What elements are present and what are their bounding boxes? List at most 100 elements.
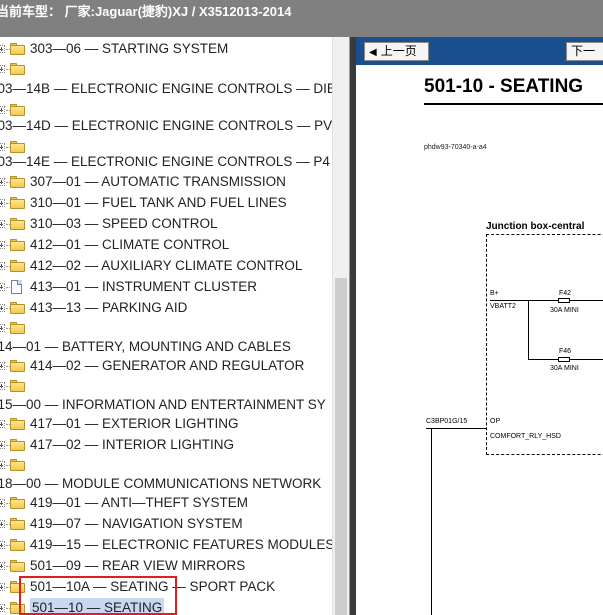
tree-item[interactable]: 310—01 — FUEL TANK AND FUEL LINES xyxy=(0,193,332,213)
expand-icon[interactable] xyxy=(0,220,5,228)
fuse-f42-label: F42 xyxy=(559,290,572,297)
document-page: 501-10 - SEATING phdw93-70340-a-a4 Junct… xyxy=(362,65,603,615)
expand-icon[interactable] xyxy=(0,520,5,528)
expand-icon[interactable] xyxy=(0,541,5,549)
expand-icon[interactable] xyxy=(0,143,5,151)
viewer-nav-bar: ◀ 上一页 下一 xyxy=(356,37,603,65)
expand-icon[interactable] xyxy=(0,583,5,591)
highlight-box xyxy=(19,576,177,615)
tree-item[interactable] xyxy=(0,59,332,79)
tree-item[interactable] xyxy=(0,318,332,338)
tree-item-label: 303—14E — ELECTRONIC ENGINE CONTROLS — P… xyxy=(0,154,330,169)
tree-item-label: 415—00 — INFORMATION AND ENTERTAINMENT S… xyxy=(0,397,326,412)
prev-page-button[interactable]: ◀ 上一页 xyxy=(364,42,429,61)
tree-item[interactable]: 414—01 — BATTERY, MOUNTING AND CABLES xyxy=(0,337,332,357)
expand-icon[interactable] xyxy=(0,461,5,469)
connector-label: C3BP01G/15 xyxy=(426,418,468,425)
tree-item-label: 303—14D — ELECTRONIC ENGINE CONTROLS — P… xyxy=(0,118,332,133)
folder-icon xyxy=(10,260,25,272)
doc-ref: phdw93-70340-a-a4 xyxy=(424,144,487,151)
expand-icon[interactable] xyxy=(0,45,5,53)
expand-icon[interactable] xyxy=(0,324,5,332)
tree-item-label: 417—02 — INTERIOR LIGHTING xyxy=(30,437,235,452)
tree-item-label: 303—14B — ELECTRONIC ENGINE CONTROLS — D… xyxy=(0,81,332,96)
expand-icon[interactable] xyxy=(0,65,5,73)
folder-icon xyxy=(10,239,25,251)
tree-item-label: 418—00 — MODULE COMMUNICATIONS NETWORK xyxy=(0,476,322,491)
tree-item[interactable]: 303—14E — ELECTRONIC ENGINE CONTROLS — P… xyxy=(0,152,332,172)
folder-icon xyxy=(10,218,25,230)
tree-item[interactable]: 307—01 — AUTOMATIC TRANSMISSION xyxy=(0,172,332,192)
folder-icon xyxy=(10,302,25,314)
document-viewer: ◀ 上一页 下一 501-10 - SEATING phdw93-70340-a-… xyxy=(349,37,603,615)
folder-icon xyxy=(10,176,25,188)
expand-icon[interactable] xyxy=(0,106,5,114)
tree-item-label: 413—13 — PARKING AID xyxy=(30,300,188,315)
expand-icon[interactable] xyxy=(0,362,5,370)
folder-icon xyxy=(10,518,25,530)
expand-icon[interactable] xyxy=(0,262,5,270)
fuse-f46-rating: 30A MINI xyxy=(550,365,579,372)
tree-item[interactable]: 413—13 — PARKING AID xyxy=(0,298,332,318)
tree-item-label: 419—15 — ELECTRONIC FEATURES MODULES xyxy=(30,537,332,552)
expand-icon[interactable] xyxy=(0,304,5,312)
expand-icon[interactable] xyxy=(0,420,5,428)
next-page-button[interactable]: 下一 xyxy=(566,42,603,61)
folder-icon xyxy=(10,497,25,509)
doc-title: 501-10 - SEATING xyxy=(424,76,584,97)
fuse-f46-label: F46 xyxy=(559,348,572,355)
tree-item-label: 412—02 — AUXILIARY CLIMATE CONTROL xyxy=(30,258,303,273)
tree-item[interactable]: 310—03 — SPEED CONTROL xyxy=(0,214,332,234)
tree-item[interactable]: 417—01 — EXTERIOR LIGHTING xyxy=(0,414,332,434)
prev-page-label: 上一页 xyxy=(380,44,417,58)
scrollbar-thumb[interactable] xyxy=(335,278,347,615)
expand-icon[interactable] xyxy=(0,562,5,570)
tree-item[interactable]: 419—07 — NAVIGATION SYSTEM xyxy=(0,514,332,534)
title-rule xyxy=(424,103,603,105)
tree-item[interactable]: 417—02 — INTERIOR LIGHTING xyxy=(0,435,332,455)
pin-op: OP xyxy=(490,418,501,425)
tree-item-label: 307—01 — AUTOMATIC TRANSMISSION xyxy=(30,174,286,189)
expand-icon[interactable] xyxy=(0,441,5,449)
tree-item[interactable]: 419—15 — ELECTRONIC FEATURES MODULES xyxy=(0,535,332,555)
next-page-label: 下一 xyxy=(571,44,596,58)
pin-comfort: COMFORT_RLY_HSD xyxy=(490,433,561,440)
wire-vertical xyxy=(528,300,529,359)
folder-icon xyxy=(10,43,25,55)
tree-item[interactable]: 303—06 — STARTING SYSTEM xyxy=(0,39,332,59)
document-icon xyxy=(11,280,22,294)
tree-item-label: 414—01 — BATTERY, MOUNTING AND CABLES xyxy=(0,339,291,354)
tree-item[interactable] xyxy=(0,455,332,475)
tree-item[interactable]: 412—01 — CLIMATE CONTROL xyxy=(0,235,332,255)
fuse-f42-rating: 30A MINI xyxy=(550,307,579,314)
tree-item-label: 413—01 — INSTRUMENT CLUSTER xyxy=(30,279,258,294)
expand-icon[interactable] xyxy=(0,604,5,612)
fuse-f46 xyxy=(558,357,570,362)
expand-icon[interactable] xyxy=(0,178,5,186)
folder-icon xyxy=(10,418,25,430)
tree-item[interactable]: 415—00 — INFORMATION AND ENTERTAINMENT S… xyxy=(0,395,332,415)
tree-item-label: 417—01 — EXTERIOR LIGHTING xyxy=(30,416,239,431)
tree-item[interactable]: 303—14B — ELECTRONIC ENGINE CONTROLS — D… xyxy=(0,79,332,99)
folder-icon xyxy=(10,459,25,471)
tree-item[interactable]: 418—00 — MODULE COMMUNICATIONS NETWORK xyxy=(0,474,332,494)
folder-icon xyxy=(10,439,25,451)
wire-connector xyxy=(426,428,486,429)
tree-item[interactable]: 414—02 — GENERATOR AND REGULATOR xyxy=(0,356,332,376)
expand-icon[interactable] xyxy=(0,283,5,291)
tree-item[interactable] xyxy=(0,376,332,396)
tree-item[interactable]: 413—01 — INSTRUMENT CLUSTER xyxy=(0,277,332,297)
folder-icon xyxy=(10,360,25,372)
tree-pane[interactable]: 303—06 — STARTING SYSTEM 303—14B — ELECTR… xyxy=(0,37,332,615)
expand-icon[interactable] xyxy=(0,241,5,249)
expand-icon[interactable] xyxy=(0,199,5,207)
tree-item[interactable]: 501—09 — REAR VIEW MIRRORS xyxy=(0,556,332,576)
folder-icon xyxy=(10,197,25,209)
expand-icon[interactable] xyxy=(0,382,5,390)
tree-item-label: 501—09 — REAR VIEW MIRRORS xyxy=(30,558,246,573)
tree-scrollbar[interactable] xyxy=(332,37,349,615)
tree-item[interactable]: 303—14D — ELECTRONIC ENGINE CONTROLS — P… xyxy=(0,116,332,136)
expand-icon[interactable] xyxy=(0,499,5,507)
tree-item[interactable]: 419—01 — ANTI—THEFT SYSTEM xyxy=(0,493,332,513)
tree-item[interactable]: 412—02 — AUXILIARY CLIMATE CONTROL xyxy=(0,256,332,276)
